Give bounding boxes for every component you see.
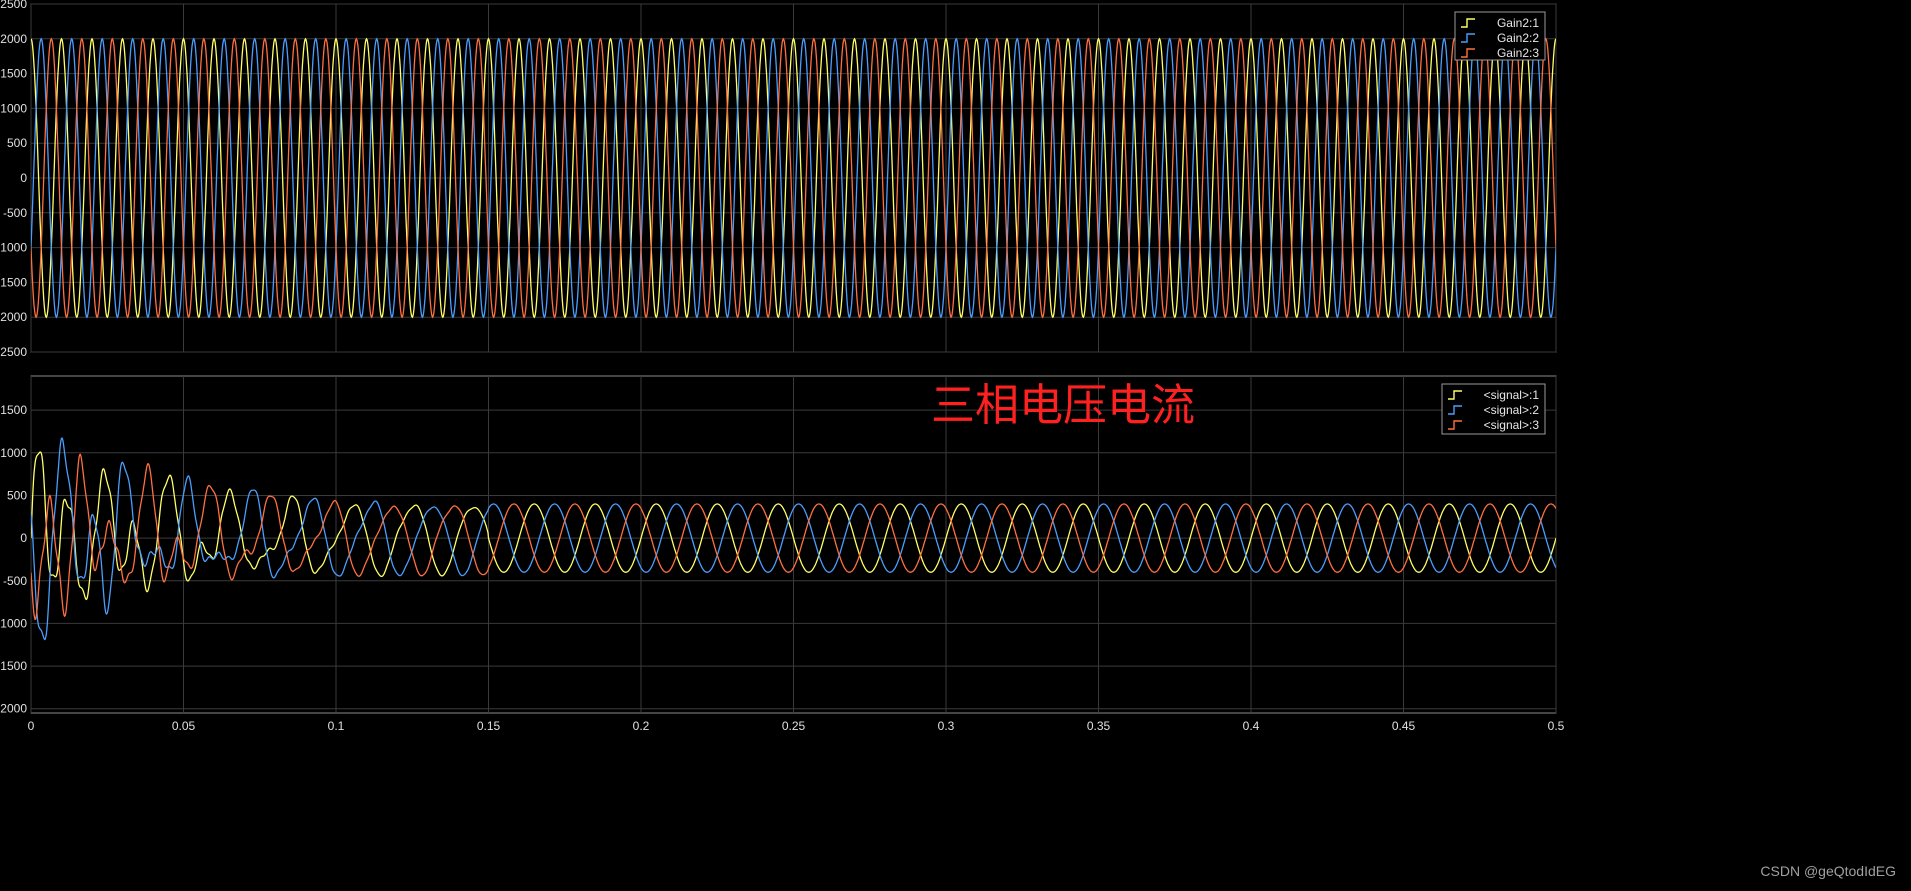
scope-panel-2: 0 0.05 0.1 0.15 0.2 0.25 0.3 0.35 0.4 0.45 0.5 1500…: [0, 375, 1565, 733]
y-tick-label: 500: [7, 488, 27, 502]
legend: Gain2:1Gain2:2Gain2:3: [1454, 11, 1546, 61]
legend: <signal>:1<signal>:2<signal>:3: [1441, 383, 1546, 435]
legend-label-1: <signal>:1: [1484, 388, 1540, 402]
y-tick-label: -1000: [0, 241, 27, 255]
x-tick-label: 0.15: [477, 719, 501, 733]
y-tick-label: 0: [20, 171, 27, 185]
scope-panel-1: 2500 2000 1500 1000 500 0 -500 -1000 -1500 -2000 -…: [0, 0, 1557, 359]
x-tick-label: 0.4: [1243, 719, 1260, 733]
annotation-text: 三相电压电流: [931, 381, 1195, 430]
x-tick-label: 0.35: [1087, 719, 1111, 733]
y-tick-label: 2500: [0, 0, 27, 11]
x-tick-label: 0.3: [938, 719, 955, 733]
y-tick-label: -2500: [0, 345, 27, 359]
y-tick-label: -500: [3, 206, 27, 220]
y-tick-label: -500: [3, 574, 27, 588]
x-tick-label: 0.45: [1392, 719, 1416, 733]
y-tick-label: -1500: [0, 659, 27, 673]
scope-figure: 2500 2000 1500 1000 500 0 -500 -1000 -1500 -2000 -…: [0, 0, 1896, 879]
x-tick-label: 0.2: [633, 719, 650, 733]
legend-label-3: Gain2:3: [1497, 46, 1539, 60]
y-tick-label: -2000: [0, 702, 27, 716]
legend-label-2: <signal>:2: [1484, 403, 1540, 417]
x-tick-label: 0.1: [328, 719, 345, 733]
legend-label-2: Gain2:2: [1497, 31, 1539, 45]
legend-label-3: <signal>:3: [1484, 418, 1540, 432]
y-tick-label: 1500: [0, 67, 27, 81]
x-tick-label: 0: [28, 719, 35, 733]
y-tick-label: -1500: [0, 275, 27, 289]
x-tick-label: 0.5: [1548, 719, 1565, 733]
y-tick-label: 1500: [0, 403, 27, 417]
legend-label-1: Gain2:1: [1497, 16, 1539, 30]
y-tick-label: 0: [20, 531, 27, 545]
x-tick-label: 0.25: [782, 719, 806, 733]
y-tick-label: 2000: [0, 32, 27, 46]
y-tick-label: 500: [7, 136, 27, 150]
y-tick-label: 1000: [0, 101, 27, 115]
x-tick-label: 0.05: [172, 719, 196, 733]
y-tick-label: -2000: [0, 310, 27, 324]
y-tick-label: 1000: [0, 446, 27, 460]
y-tick-label: -1000: [0, 616, 27, 630]
watermark: CSDN @geQtodIdEG: [1760, 863, 1896, 879]
